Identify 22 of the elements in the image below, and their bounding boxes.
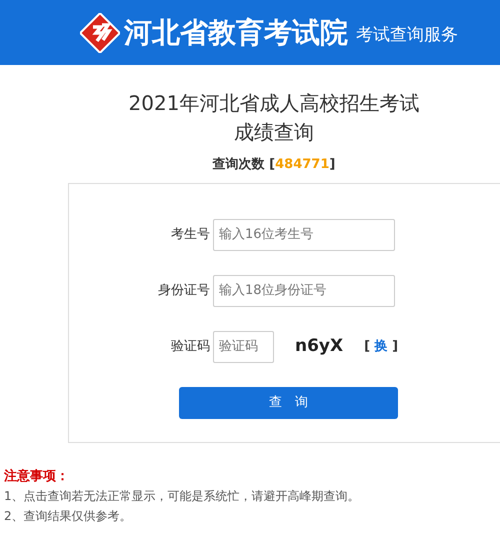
bracket: ] <box>329 157 336 172</box>
note-text: 1、点击查询若无法正常显示，可能是系统忙，请避开高峰期查询。 <box>4 488 361 505</box>
bracket: ] <box>391 338 398 354</box>
site-title: 河北省教育考试院 <box>124 18 348 46</box>
refresh-link[interactable]: 换 <box>374 338 388 354</box>
input-field[interactable]: 输入18位身份证号 <box>213 274 395 306</box>
field-label: 验证码 <box>170 338 211 356</box>
page-heading: 成绩查询 <box>233 119 315 146</box>
query-button[interactable]: 查 询 <box>179 386 398 418</box>
notes-title: 注意事项： <box>4 468 70 486</box>
counter-label: 查询次数 <box>212 157 266 172</box>
bracket: [ <box>364 338 372 354</box>
page-heading: 2021年河北省成人高校招生考试 <box>128 90 420 117</box>
field-label: 考生号 <box>170 226 211 244</box>
field-label: 身份证号 <box>157 282 211 300</box>
counter-value: 484771 <box>275 157 330 172</box>
captcha-image: n6yX <box>295 334 344 358</box>
note-text: 2、查询结果仅供参考。 <box>4 508 133 525</box>
input-field[interactable]: 输入16位考生号 <box>213 218 395 250</box>
captcha-field[interactable]: 验证码 <box>213 330 274 362</box>
bracket: [ <box>269 157 276 172</box>
site-subtitle: 考试查询服务 <box>356 24 458 47</box>
